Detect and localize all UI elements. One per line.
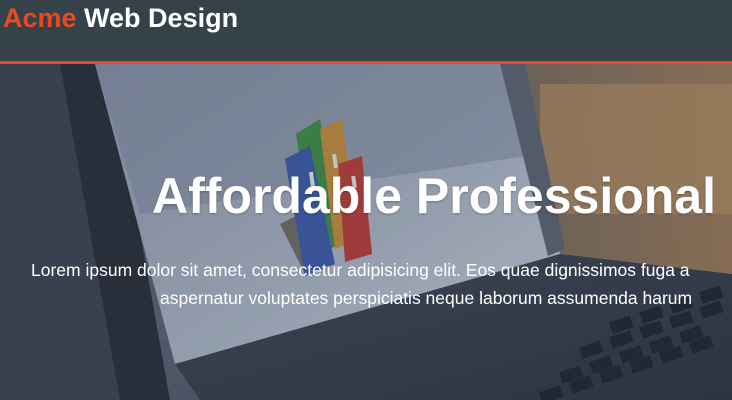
showcase-text: Lorem ipsum dolor sit amet, consectetur … bbox=[0, 256, 732, 312]
brand-highlight: Acme bbox=[3, 3, 77, 33]
showcase: Affordable Professional Lorem ipsum dolo… bbox=[0, 64, 732, 400]
hero-background-image bbox=[0, 64, 732, 400]
site-header: Acme Web Design bbox=[0, 0, 732, 64]
showcase-text-line-2: aspernatur voluptates perspiciatis neque… bbox=[160, 288, 693, 308]
brand-rest: Web Design bbox=[76, 3, 239, 33]
site-logo[interactable]: Acme Web Design bbox=[3, 2, 238, 34]
showcase-text-line-1: Lorem ipsum dolor sit amet, consectetur … bbox=[31, 260, 690, 280]
showcase-title: Affordable Professional bbox=[152, 168, 716, 224]
